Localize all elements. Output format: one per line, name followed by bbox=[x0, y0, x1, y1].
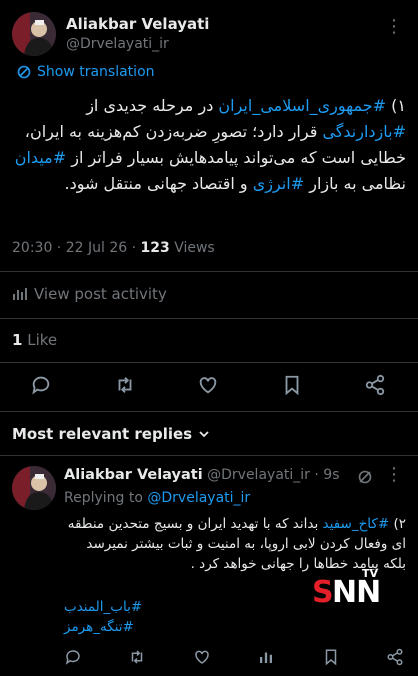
hashtag-link[interactable]: #بازدارندگی bbox=[322, 122, 406, 141]
view-post-activity[interactable]: View post activity bbox=[12, 285, 167, 303]
retweet-icon[interactable] bbox=[128, 648, 146, 666]
divider bbox=[0, 318, 418, 319]
view-post-activity-label: View post activity bbox=[34, 285, 167, 303]
reply-hashtag-2[interactable]: #تنگه_هرمز bbox=[64, 617, 164, 637]
views-count: 123 bbox=[140, 240, 170, 256]
share-icon[interactable] bbox=[386, 648, 404, 666]
tweet-meta: 20:30 · 22 Jul 26 · 123 Views bbox=[12, 240, 215, 256]
show-translation-label: Show translation bbox=[37, 64, 155, 80]
reply-header: Aliakbar Velayati @Drvelayati_ir · 9s bbox=[64, 467, 340, 483]
author-name[interactable]: Aliakbar Velayati bbox=[66, 15, 209, 33]
like-icon[interactable] bbox=[197, 374, 219, 396]
hashtag-link[interactable]: #جمهوری_اسلامی_ایران bbox=[218, 96, 386, 115]
author-avatar[interactable] bbox=[12, 12, 56, 56]
author-handle[interactable]: @Drvelayati_ir bbox=[66, 36, 169, 52]
analytics-icon[interactable] bbox=[257, 648, 275, 666]
hashtag-link[interactable]: #کاخ_سفید bbox=[323, 516, 390, 532]
tweet-time[interactable]: 20:30 bbox=[12, 240, 52, 256]
share-icon[interactable] bbox=[364, 374, 386, 396]
hashtag-link[interactable]: #میدان bbox=[15, 148, 66, 167]
likes-summary[interactable]: 1 Like bbox=[12, 331, 57, 349]
tweet-action-bar bbox=[30, 374, 386, 396]
tweet-date[interactable]: 22 Jul 26 bbox=[66, 240, 127, 256]
reply-hashtags: #باب_المندب #تنگه_هرمز bbox=[64, 597, 164, 637]
reply-author-name[interactable]: Aliakbar Velayati bbox=[64, 467, 203, 483]
activity-icon bbox=[13, 288, 27, 300]
body-text-segment: ۲) bbox=[389, 516, 406, 532]
views-label: Views bbox=[174, 240, 215, 256]
divider bbox=[0, 271, 418, 272]
hashtag-link[interactable]: #انرژی bbox=[253, 174, 304, 193]
body-text-segment: در مرحله جدیدی از bbox=[86, 96, 219, 115]
body-text-segment: و اقتصاد جهانی منتقل شود. bbox=[64, 174, 253, 193]
reply-age[interactable]: 9s bbox=[323, 467, 339, 483]
replies-sort-dropdown[interactable]: Most relevant replies bbox=[12, 425, 210, 443]
reply-icon[interactable] bbox=[64, 648, 82, 666]
like-icon[interactable] bbox=[193, 648, 211, 666]
bookmark-icon[interactable] bbox=[281, 374, 303, 396]
likes-count: 1 bbox=[12, 331, 23, 349]
chevron-down-icon bbox=[199, 431, 209, 438]
snn-watermark: S NN TV bbox=[312, 567, 381, 610]
retweet-icon[interactable] bbox=[114, 374, 136, 396]
reply-author-handle[interactable]: @Drvelayati_ir bbox=[207, 467, 310, 483]
tweet-body: ۱) #جمهوری_اسلامی_ایران در مرحله جدیدی ا… bbox=[12, 93, 406, 197]
replies-header-label: Most relevant replies bbox=[12, 425, 193, 443]
divider bbox=[0, 411, 418, 412]
likes-label: Like bbox=[27, 331, 58, 349]
grok-icon[interactable] bbox=[357, 469, 373, 485]
translate-icon bbox=[17, 65, 31, 79]
divider bbox=[0, 455, 418, 456]
body-text-segment: ۱) bbox=[386, 96, 406, 115]
more-dots-icon[interactable]: ⋮ bbox=[385, 16, 404, 37]
reply-icon[interactable] bbox=[30, 374, 52, 396]
reply-action-bar bbox=[64, 648, 404, 666]
divider bbox=[0, 362, 418, 363]
reply-body: ۲) #کاخ_سفید بداند که با تهدید ایران و ب… bbox=[64, 514, 406, 574]
reply-hashtag-1[interactable]: #باب_المندب bbox=[64, 597, 164, 617]
replying-handle[interactable]: @Drvelayati_ir bbox=[147, 490, 250, 506]
replying-prefix: Replying to bbox=[64, 490, 143, 506]
reply-author-avatar[interactable] bbox=[12, 466, 56, 510]
replying-to: Replying to @Drvelayati_ir bbox=[64, 490, 250, 506]
body-text-segment: نظامی به بازار bbox=[304, 174, 406, 193]
reply-more-dots-icon[interactable]: ⋮ bbox=[385, 464, 404, 485]
show-translation-link[interactable]: Show translation bbox=[17, 64, 155, 80]
bookmark-icon[interactable] bbox=[322, 648, 340, 666]
